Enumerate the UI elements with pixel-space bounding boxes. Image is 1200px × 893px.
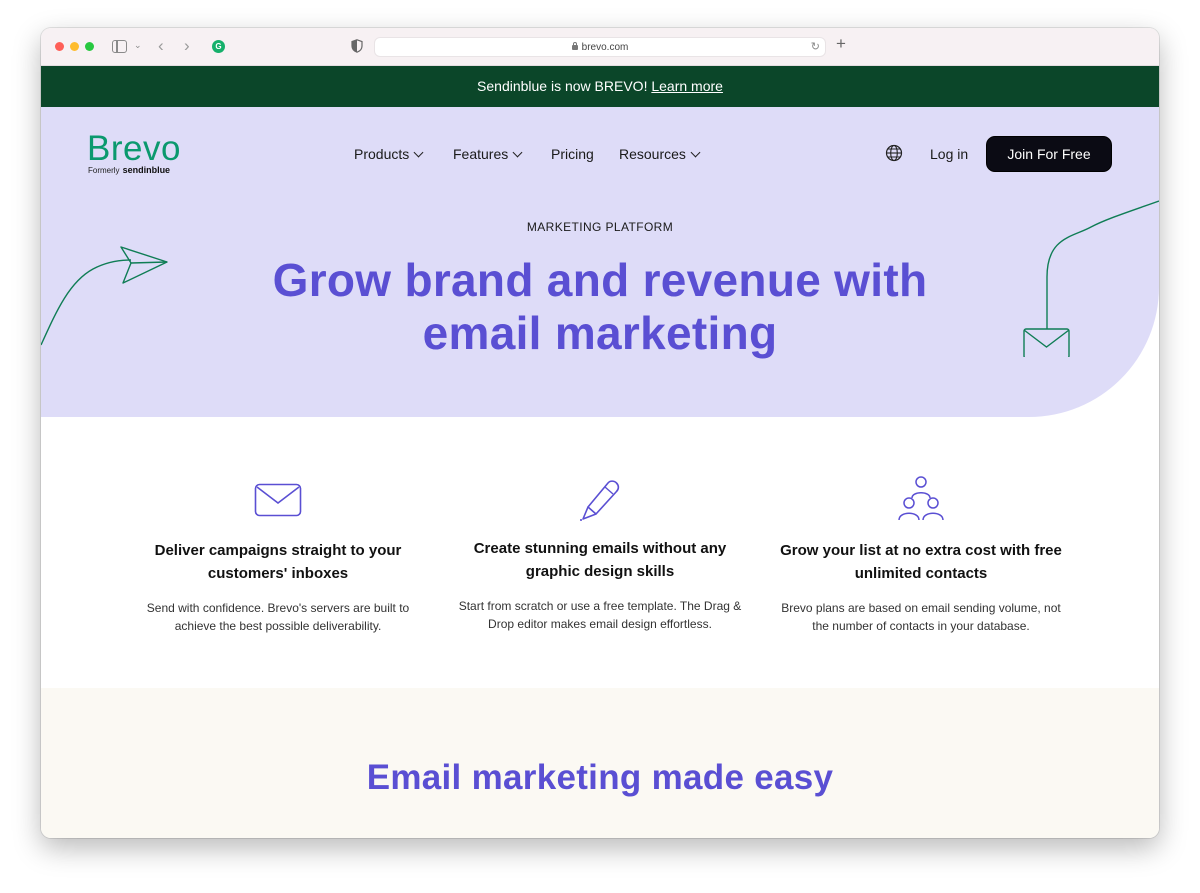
shield-icon[interactable] — [351, 39, 363, 53]
chevron-down-icon[interactable]: ⌄ — [134, 40, 142, 51]
feature-title-line: unlimited contacts — [854, 565, 988, 582]
logo-formerly: Formerly — [88, 166, 120, 175]
nav-resources[interactable]: Resources — [619, 146, 701, 162]
hero-title: Grow brand and revenue with email market… — [41, 254, 1159, 360]
nav-products[interactable]: Products — [354, 146, 424, 162]
feature-desc-line: Brevo plans are based on email sending v… — [781, 601, 1061, 615]
hero-title-line1: Grow brand and revenue with — [272, 254, 928, 306]
logo-wordmark: Brevo — [87, 129, 181, 168]
nav-label: Resources — [619, 146, 686, 162]
address-bar[interactable]: brevo.com ↻ — [374, 37, 826, 57]
login-link[interactable]: Log in — [930, 146, 968, 162]
announcement-text: Sendinblue is now BREVO! — [477, 78, 648, 94]
feature-desc-line: Send with confidence. Brevo's servers ar… — [146, 601, 410, 615]
feature-title: Deliver campaigns straight to your custo… — [128, 539, 428, 585]
hero-title-line2: email marketing — [422, 307, 778, 359]
section-title: Email marketing made easy — [366, 758, 834, 797]
feature-desc-line: the number of contacts in your database. — [812, 619, 1030, 633]
back-arrow-icon[interactable]: ‹ — [158, 36, 164, 56]
feature-title-line: Grow your list at no extra cost with fre… — [780, 542, 1062, 559]
lock-icon — [571, 42, 578, 50]
learn-more-link[interactable]: Learn more — [651, 78, 723, 94]
feature-create: Create stunning emails without any graph… — [450, 479, 750, 633]
feature-description: Start from scratch or use a free templat… — [450, 597, 750, 633]
feature-title: Grow your list at no extra cost with fre… — [771, 539, 1071, 585]
feature-grow: Grow your list at no extra cost with fre… — [771, 476, 1071, 635]
chevron-down-icon — [413, 147, 424, 158]
people-icon — [898, 476, 944, 521]
hero-eyebrow: MARKETING PLATFORM — [526, 220, 674, 234]
email-marketing-section: Email marketing made easy — [41, 688, 1159, 838]
nav-features[interactable]: Features — [453, 146, 523, 162]
new-tab-icon[interactable]: + — [836, 34, 846, 54]
close-window-button[interactable] — [55, 42, 64, 51]
feature-title-line: graphic design skills — [525, 563, 675, 580]
logo-former-name: sendinblue — [122, 165, 171, 175]
url-text: brevo.com — [581, 42, 629, 53]
nav-label: Products — [354, 146, 410, 162]
nav-label: Pricing — [551, 146, 594, 162]
zoom-window-button[interactable] — [85, 42, 94, 51]
url-display: brevo.com — [375, 42, 825, 53]
feature-title-line: Deliver campaigns straight to your — [154, 542, 402, 559]
feature-title-line: customers' inboxes — [207, 565, 349, 582]
hero-section: Brevo Formerly sendinblue Products Featur… — [41, 107, 1159, 417]
brevo-logo[interactable]: Brevo Formerly sendinblue — [87, 129, 181, 176]
join-for-free-button[interactable]: Join For Free — [986, 136, 1112, 172]
feature-deliver: Deliver campaigns straight to your custo… — [128, 483, 428, 635]
pencil-icon — [580, 480, 620, 521]
feature-desc-line: achieve the best possible deliverability… — [174, 619, 382, 633]
feature-description: Brevo plans are based on email sending v… — [771, 599, 1071, 635]
reload-icon[interactable]: ↻ — [811, 40, 820, 53]
chevron-down-icon — [690, 147, 701, 158]
minimize-window-button[interactable] — [70, 42, 79, 51]
browser-window: ⌄ ‹ › G brevo.com ↻ + Sendinblue is now … — [41, 28, 1159, 838]
feature-title: Create stunning emails without any graph… — [450, 537, 750, 583]
globe-icon[interactable] — [885, 144, 903, 162]
feature-desc-line: Start from scratch or use a free templat… — [458, 599, 742, 613]
sidebar-icon[interactable] — [112, 40, 127, 53]
nav-pricing[interactable]: Pricing — [551, 146, 594, 162]
grammarly-extension-icon[interactable]: G — [212, 40, 225, 53]
feature-desc-line: Drop editor makes email design effortles… — [488, 617, 712, 631]
feature-description: Send with confidence. Brevo's servers ar… — [128, 599, 428, 635]
announcement-bar: Sendinblue is now BREVO! Learn more — [41, 66, 1159, 107]
forward-arrow-icon[interactable]: › — [184, 36, 190, 56]
logo-subtitle: Formerly sendinblue — [88, 165, 181, 175]
feature-title-line: Create stunning emails without any — [473, 540, 727, 557]
chevron-down-icon — [512, 147, 523, 158]
envelope-icon — [254, 483, 302, 517]
browser-toolbar: ⌄ ‹ › G brevo.com ↻ + — [41, 28, 1159, 66]
nav-label: Features — [453, 146, 509, 162]
